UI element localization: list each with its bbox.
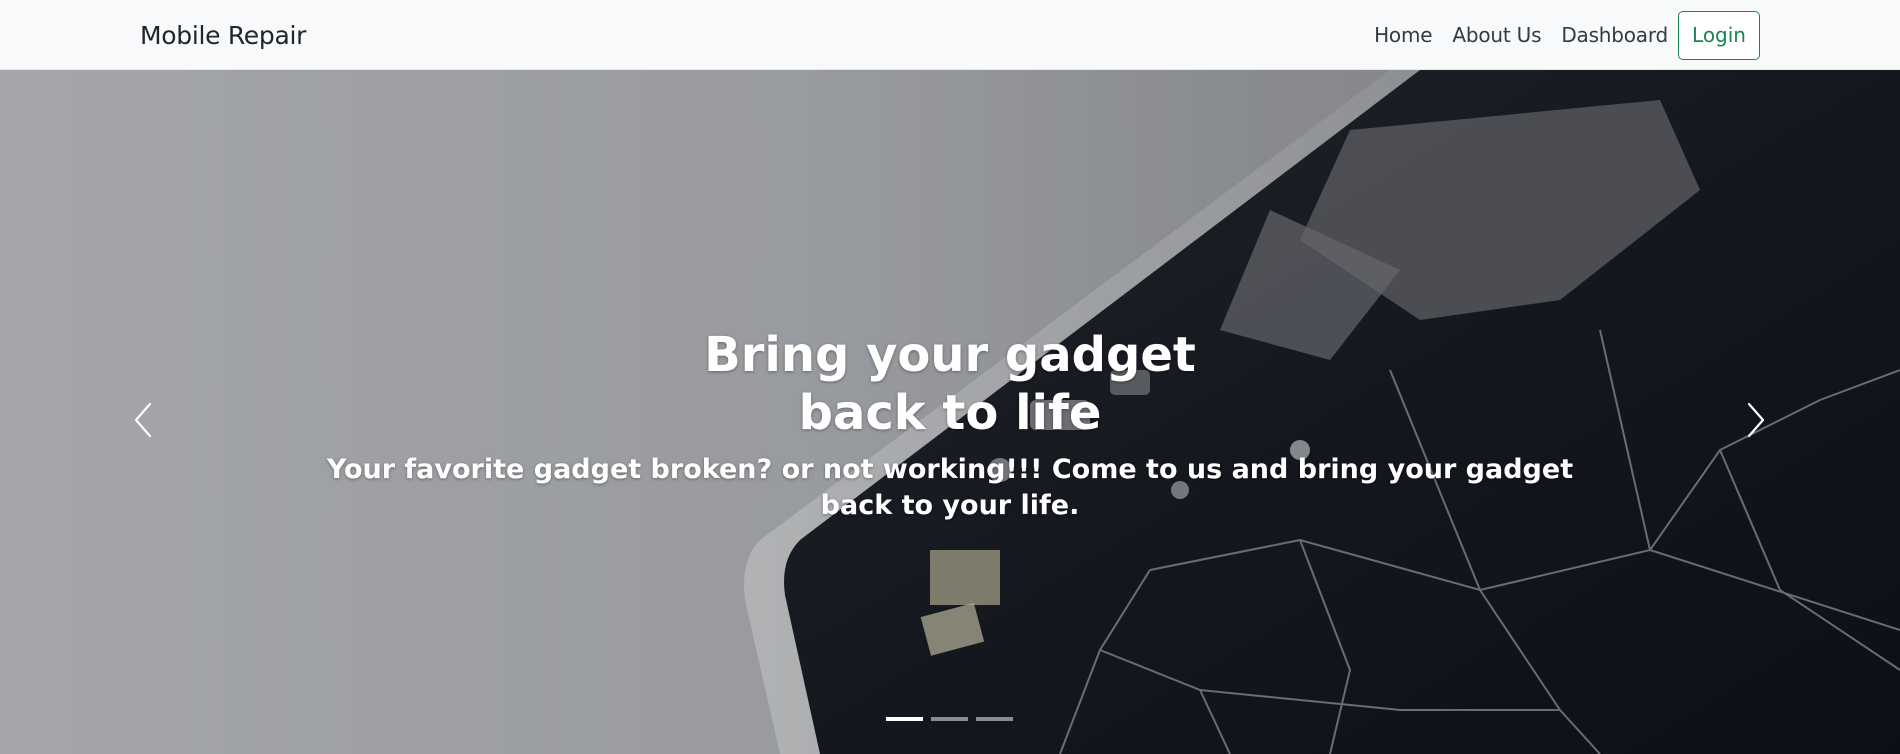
- brand-logo[interactable]: Mobile Repair: [140, 0, 306, 70]
- slide-description: Your favorite gadget broken? or not work…: [326, 454, 1574, 521]
- nav-links: Home About Us Dashboard Login: [1364, 0, 1760, 70]
- carousel-indicators: [886, 717, 1013, 721]
- carousel-next-button[interactable]: [1737, 390, 1777, 450]
- carousel-prev-button[interactable]: [122, 390, 162, 450]
- slide-title: Bring your gadget back to life: [650, 326, 1250, 442]
- carousel-indicator-2[interactable]: [931, 717, 968, 721]
- carousel-indicator-1[interactable]: [886, 717, 923, 721]
- carousel-indicator-3[interactable]: [976, 717, 1013, 721]
- nav-home-link[interactable]: Home: [1364, 23, 1442, 47]
- nav-dashboard-link[interactable]: Dashboard: [1551, 23, 1678, 47]
- hero-carousel: Bring your gadget back to life Your favo…: [0, 70, 1900, 754]
- slide-title-line-1: Bring your gadget: [704, 327, 1196, 383]
- chevron-right-icon: [1747, 402, 1765, 438]
- nav-about-link[interactable]: About Us: [1442, 23, 1551, 47]
- navbar: Mobile Repair Home About Us Dashboard Lo…: [0, 0, 1900, 70]
- chevron-left-icon: [134, 402, 152, 438]
- slide-title-line-2: back to life: [798, 385, 1102, 441]
- login-button[interactable]: Login: [1678, 10, 1760, 60]
